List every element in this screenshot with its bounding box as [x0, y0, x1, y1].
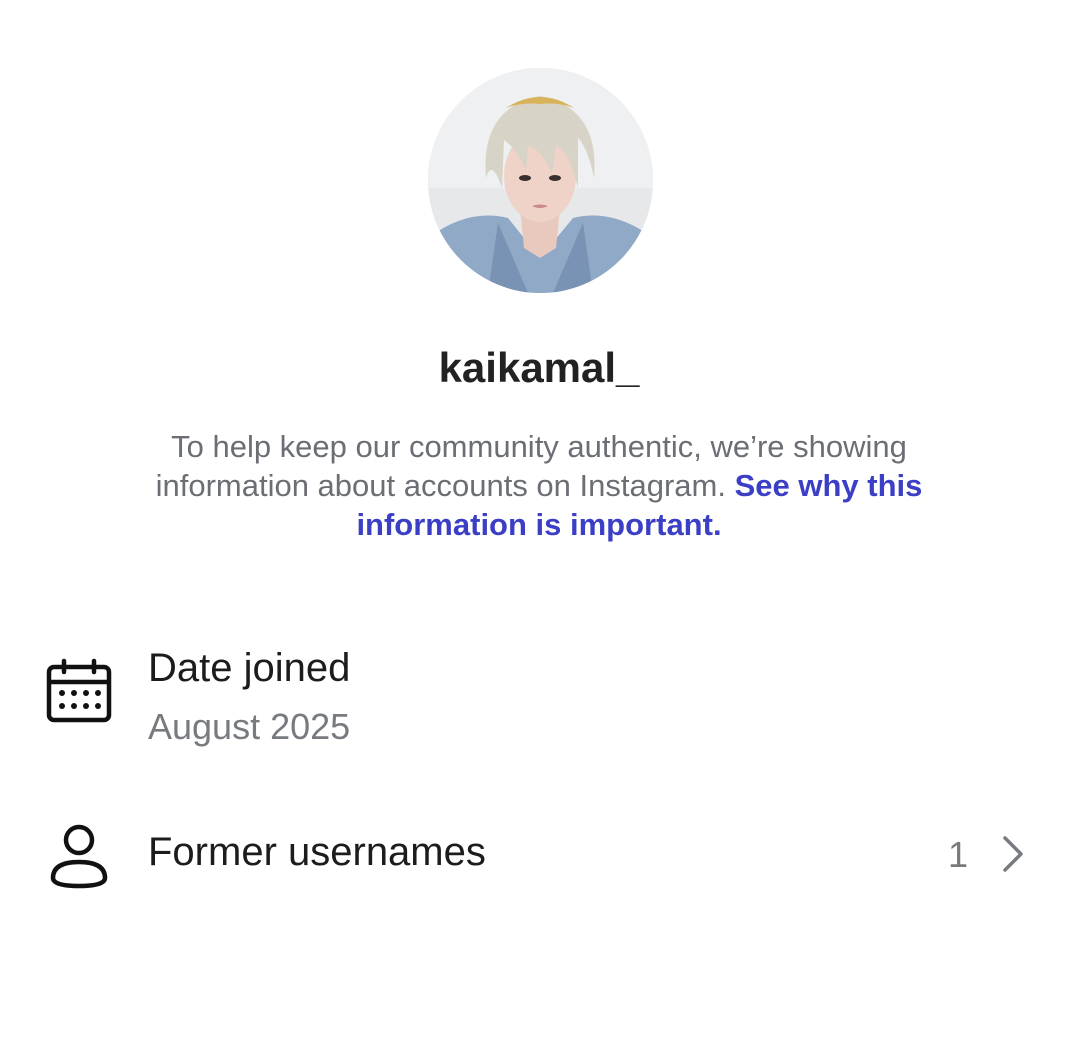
date-joined-row: Date joined August 2025: [0, 640, 1078, 750]
date-joined-value: August 2025: [148, 706, 351, 747]
calendar-icon: [44, 658, 114, 733]
chevron-right-icon: [1000, 834, 1026, 879]
username: kaikamal_: [438, 344, 640, 391]
avatar: [428, 68, 653, 293]
former-usernames-label: Former usernames: [148, 830, 486, 874]
former-usernames-row[interactable]: Former usernames 1: [0, 812, 1078, 896]
account-info-page: kaikamal_ To help keep our community aut…: [0, 0, 1078, 1054]
avatar-image: [428, 68, 653, 293]
person-icon: [44, 820, 114, 895]
authenticity-blurb: To help keep our community authentic, we…: [119, 427, 959, 544]
date-joined-label: Date joined: [148, 646, 351, 690]
former-usernames-count: 1: [947, 834, 968, 875]
